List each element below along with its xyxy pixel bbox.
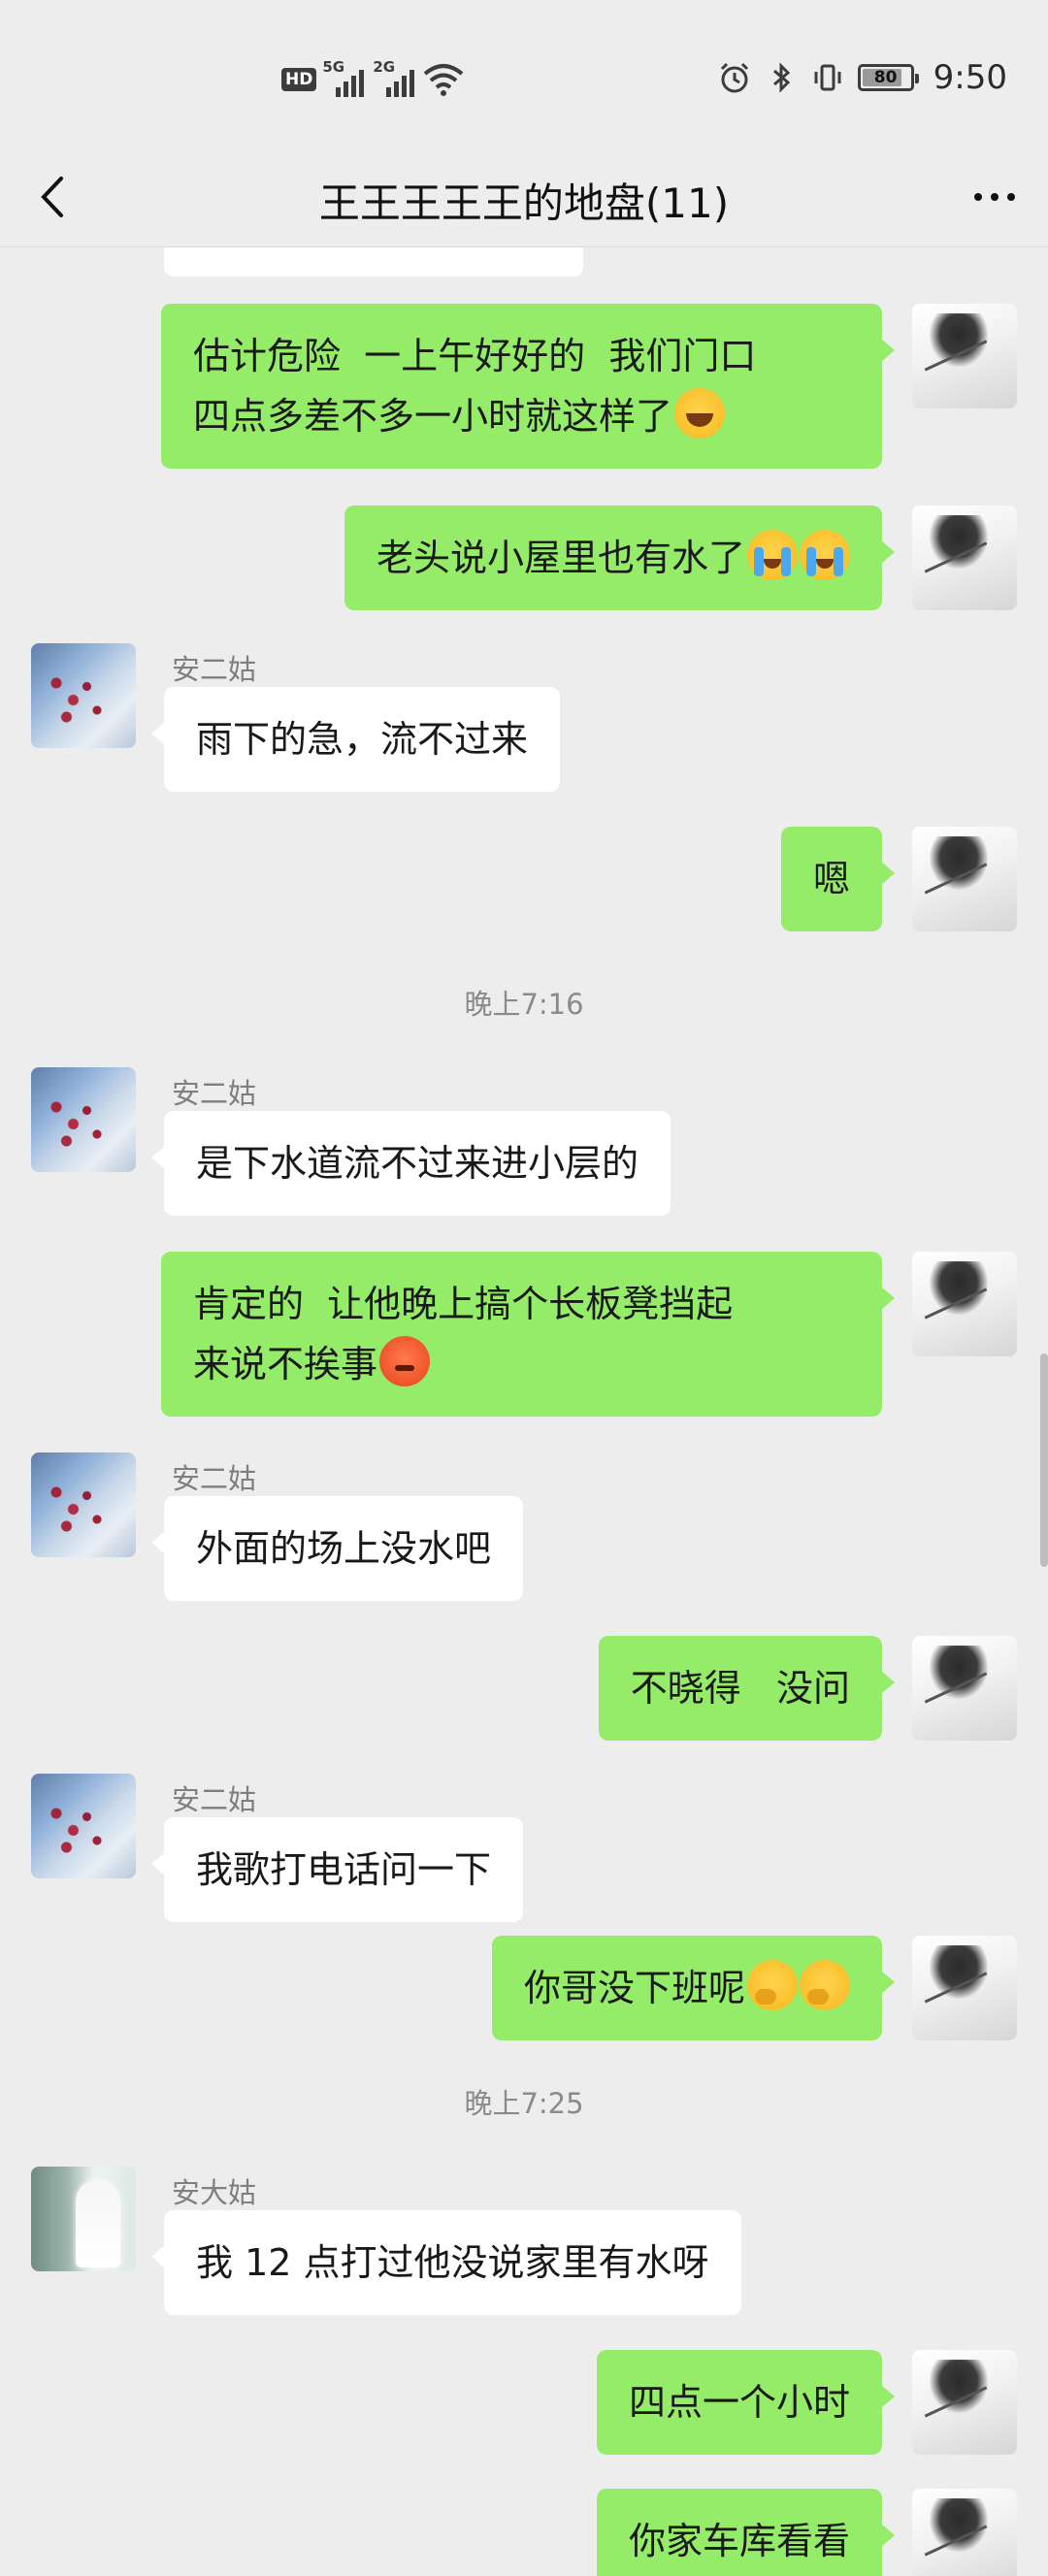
sender-name: 安二姑 [172, 1783, 257, 1816]
message-list[interactable]: 估计危险 一上午好好的 我们门口 四点多差不多一小时就这样了 老头说小屋里也有水… [0, 247, 1048, 2576]
wifi-icon [424, 64, 464, 96]
contact-avatar[interactable] [31, 1067, 136, 1172]
self-avatar[interactable] [912, 1252, 1017, 1356]
angry-emoji-icon [379, 1336, 431, 1386]
contact-avatar[interactable] [31, 1774, 136, 1878]
self-avatar[interactable] [912, 827, 1017, 931]
self-avatar[interactable] [912, 2350, 1017, 2455]
message-bubble[interactable]: 嗯 [780, 827, 896, 931]
signal-2g-icon: 2G [373, 58, 417, 97]
thinking-emoji-icon [747, 1960, 798, 2010]
message-bubble[interactable]: 外面的场上没水吧 [150, 1496, 524, 1601]
system-indicators: 80 9:50 [718, 54, 1007, 101]
battery-icon: 80 [857, 64, 919, 91]
message-bubble[interactable]: 肯定的 让他晚上搞个长板凳挡起 来说不挨事 [161, 1252, 895, 1417]
vibrate-icon [814, 64, 841, 91]
message-bubble[interactable]: 估计危险 一上午好好的 我们门口 四点多差不多一小时就这样了 [161, 304, 895, 469]
clock: 9:50 [933, 58, 1007, 97]
message-bubble[interactable]: 老头说小屋里也有水了 [344, 505, 896, 610]
self-avatar[interactable] [912, 2489, 1017, 2576]
laughing-tears-emoji-icon [674, 388, 726, 439]
previous-message-bubble[interactable] [164, 247, 583, 277]
contact-avatar[interactable] [31, 643, 136, 748]
status-bar: HD 5G 2G 80 9:50 [0, 0, 1048, 146]
thinking-emoji-icon [800, 1960, 850, 2010]
chat-header: 王王王王王的地盘(11) [0, 146, 1048, 247]
message-bubble[interactable]: 我歌打电话问一下 [150, 1817, 524, 1922]
message-bubble[interactable]: 你家车库看看 [596, 2489, 896, 2576]
signal-5g-icon: 5G [322, 58, 367, 97]
message-bubble[interactable]: 你哥没下班呢 [491, 1936, 896, 2040]
timestamp: 晚上7:16 [464, 988, 584, 1021]
self-avatar[interactable] [912, 1636, 1017, 1741]
message-bubble[interactable]: 雨下的急，流不过来 [150, 687, 561, 792]
message-bubble[interactable]: 我 12 点打过他没说家里有水呀 [151, 2210, 741, 2315]
more-icon [974, 193, 982, 201]
scrollbar[interactable] [1040, 1353, 1048, 1567]
hd-badge: HD [281, 68, 317, 91]
sender-name: 安二姑 [172, 1077, 257, 1110]
contact-avatar[interactable] [31, 2167, 136, 2271]
sender-name: 安二姑 [172, 653, 257, 686]
sender-name: 安大姑 [172, 2176, 257, 2209]
bluetooth-icon [772, 62, 790, 93]
message-bubble[interactable]: 是下水道流不过来进小层的 [150, 1111, 671, 1216]
self-avatar[interactable] [912, 1936, 1017, 2040]
contact-avatar[interactable] [31, 1452, 136, 1557]
message-bubble[interactable]: 不晓得 没问 [598, 1636, 896, 1741]
timestamp: 晚上7:25 [464, 2087, 584, 2120]
chevron-left-icon [41, 177, 63, 217]
back-button[interactable] [19, 163, 87, 231]
self-avatar[interactable] [912, 304, 1017, 408]
battery-level: 80 [873, 68, 898, 87]
alarm-icon [720, 62, 748, 93]
crying-emoji-icon [747, 530, 798, 580]
self-avatar[interactable] [912, 505, 1017, 610]
message-bubble[interactable]: 四点一个小时 [596, 2350, 896, 2455]
network-indicators: HD 5G 2G [281, 58, 464, 99]
more-button[interactable] [961, 163, 1029, 231]
chat-title: 王王王王王的地盘(11) [318, 179, 730, 227]
crying-emoji-icon [800, 530, 850, 580]
sender-name: 安二姑 [172, 1462, 257, 1495]
